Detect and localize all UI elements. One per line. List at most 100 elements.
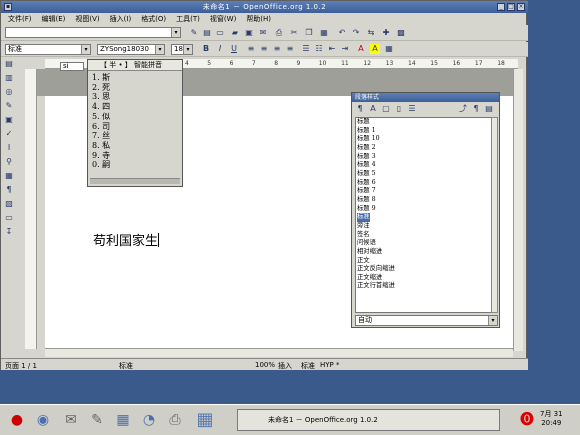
workspace-switcher-icon[interactable]: ▦ [194, 409, 216, 431]
copy-icon[interactable]: ❐ [304, 28, 314, 38]
justify-icon[interactable]: ≡ [285, 44, 295, 54]
vertical-ruler[interactable] [25, 69, 37, 349]
style-list-item[interactable]: 标题 2 [357, 144, 491, 153]
increase-indent-icon[interactable]: ⇥ [340, 44, 350, 54]
style-list-item[interactable]: 标题 4 [357, 161, 491, 170]
writer-launcher-icon[interactable]: ✎ [86, 409, 108, 431]
new-style-icon[interactable]: ¶ [471, 104, 481, 114]
title-bar[interactable]: ▪ 未命名1 － OpenOffice.org 1.0.2 _ □ × [1, 1, 528, 13]
style-list-item[interactable]: 相对缩进 [357, 248, 491, 257]
undo-icon[interactable]: ↶ [337, 28, 347, 38]
italic-button[interactable]: I [215, 44, 225, 54]
show-draw-icon[interactable]: ✎ [4, 101, 14, 111]
fill-format-icon[interactable]: ⤴ [458, 104, 468, 114]
printer-launcher-icon[interactable]: ⎙ [164, 409, 186, 431]
style-list-item[interactable]: 标题 9 [357, 205, 491, 214]
align-right-icon[interactable]: ≡ [272, 44, 282, 54]
style-list-item[interactable]: 标题 7 [357, 187, 491, 196]
menu-item-1[interactable]: 编辑(E) [42, 14, 66, 24]
menu-item-5[interactable]: 工具(T) [176, 14, 200, 24]
open-icon[interactable]: ▰ [230, 28, 240, 38]
ime-candidate[interactable]: 5. 似 [92, 112, 110, 122]
paragraph-styles-icon[interactable]: ¶ [355, 104, 365, 114]
update-style-icon[interactable]: ▤ [484, 104, 494, 114]
background-color-icon[interactable]: ▦ [384, 44, 394, 54]
document-text[interactable]: 苟利国家生 [93, 230, 160, 249]
ime-candidate[interactable]: 4. 四 [92, 102, 110, 112]
url-combo[interactable]: ▾ [5, 27, 181, 38]
ime-candidate[interactable]: 9. 寺 [92, 151, 110, 161]
menu-item-7[interactable]: 帮助(H) [246, 14, 271, 24]
menu-item-3[interactable]: 插入(I) [110, 14, 132, 24]
underline-button[interactable]: U [229, 44, 239, 54]
bullets-icon[interactable]: ☷ [314, 44, 324, 54]
menu-item-2[interactable]: 视图(V) [75, 14, 99, 24]
ime-candidate[interactable]: 7. 丝 [92, 131, 110, 141]
alert-icon[interactable]: ⓿ [516, 409, 538, 431]
ime-header[interactable]: 【 半 • 】 智能拼音 [88, 60, 182, 71]
navigator-icon[interactable]: ✚ [381, 28, 391, 38]
numbering-styles-icon[interactable]: ☰ [407, 104, 417, 114]
style-list-scrollbar[interactable] [491, 117, 498, 313]
character-styles-icon[interactable]: A [368, 104, 378, 114]
status-zoom[interactable]: 100% [255, 361, 275, 369]
save-icon[interactable]: ▣ [244, 28, 254, 38]
insert-icon[interactable]: ▤ [4, 59, 14, 69]
cut-icon[interactable]: ✂ [289, 28, 299, 38]
style-list-item[interactable]: 标题 8 [357, 196, 491, 205]
style-filter-combo[interactable]: 自动 ▾ [355, 315, 498, 326]
ime-candidate[interactable]: 0. 嗣 [92, 160, 110, 170]
stylist-icon[interactable]: ▩ [396, 28, 406, 38]
autospell-icon[interactable]: Ⅰ [4, 143, 14, 153]
stylist-title[interactable]: 段落样式 [352, 93, 499, 102]
frame-styles-icon[interactable]: ▢ [381, 104, 391, 114]
size-combo[interactable]: 18 ▾ [171, 44, 193, 55]
font-combo[interactable]: ZYSong18030 ▾ [97, 44, 165, 55]
ime-input[interactable]: si [60, 62, 84, 71]
style-combo[interactable]: 标准 ▾ [5, 44, 91, 55]
find-replace-icon[interactable]: ⚲ [4, 157, 14, 167]
edit-file-icon[interactable]: ✎ [189, 28, 199, 38]
online-layout-icon[interactable]: ▭ [4, 213, 14, 223]
style-list-item[interactable]: 旁注 [357, 222, 491, 231]
ime-candidate[interactable]: 2. 死 [92, 83, 110, 93]
graphics-off-icon[interactable]: ▧ [4, 199, 14, 209]
style-list-item[interactable]: 标题 10 [357, 135, 491, 144]
insert-object-icon[interactable]: ◎ [4, 87, 14, 97]
ime-candidate[interactable]: 6. 司 [92, 122, 110, 132]
numbering-icon[interactable]: ☰ [301, 44, 311, 54]
ime-candidate[interactable]: 8. 私 [92, 141, 110, 151]
nonprinting-chars-icon[interactable]: ¶ [4, 185, 14, 195]
style-list-item[interactable]: 签名 [357, 231, 491, 240]
bold-button[interactable]: B [201, 44, 211, 54]
ime-resize-handle[interactable] [90, 178, 180, 184]
menu-item-0[interactable]: 文件(F) [8, 14, 32, 24]
close-button[interactable]: × [517, 3, 525, 11]
decrease-indent-icon[interactable]: ⇤ [327, 44, 337, 54]
insert-fields-icon[interactable]: ▥ [4, 73, 14, 83]
maximize-button[interactable]: □ [507, 3, 515, 11]
align-left-icon[interactable]: ≡ [246, 44, 256, 54]
status-insert-mode[interactable]: 插入 [278, 361, 292, 371]
minimize-button[interactable]: _ [497, 3, 505, 11]
vertical-scrollbar[interactable] [513, 69, 523, 351]
impress-launcher-icon[interactable]: ◔ [138, 409, 160, 431]
style-list-item[interactable]: 标准 [357, 213, 491, 222]
edit-autotext-icon[interactable]: ▣ [4, 115, 14, 125]
menu-item-6[interactable]: 视窗(W) [210, 14, 236, 24]
clock[interactable]: 7月 31 20:49 [540, 410, 563, 428]
font-color-icon[interactable]: A [356, 44, 366, 54]
print-icon[interactable]: ⎙ [274, 28, 284, 38]
paste-icon[interactable]: ▦ [319, 28, 329, 38]
style-list-item[interactable]: 标题 1 [357, 127, 491, 136]
style-list-item[interactable]: 正文行首缩进 [357, 282, 491, 291]
style-list-item[interactable]: 标题 5 [357, 170, 491, 179]
hyperlink-icon[interactable]: ⇆ [366, 28, 376, 38]
style-list-item[interactable]: 正文 [357, 257, 491, 266]
taskbar-writer-task[interactable]: 未命名1 － OpenOffice.org 1.0.2 [237, 409, 500, 431]
browser-launcher-icon[interactable]: ◉ [32, 409, 54, 431]
spellcheck-icon[interactable]: ✓ [4, 129, 14, 139]
style-list-item[interactable]: 标题 [357, 118, 491, 127]
style-list-item[interactable]: 问候语 [357, 239, 491, 248]
page-styles-icon[interactable]: ▯ [394, 104, 404, 114]
